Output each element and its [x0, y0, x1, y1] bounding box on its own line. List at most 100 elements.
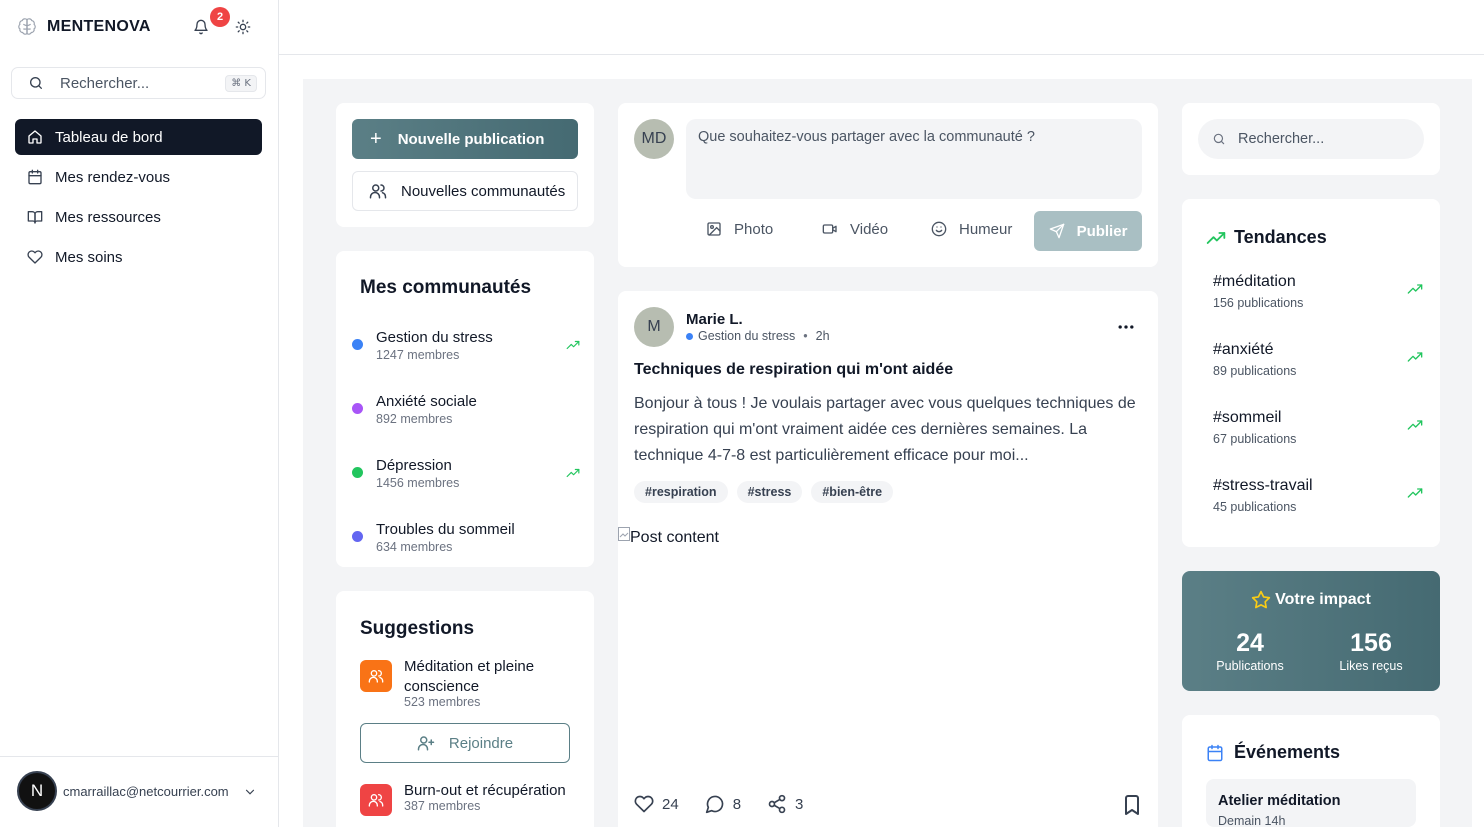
sidebar-item-care[interactable]: Mes soins	[15, 239, 262, 275]
community-color-dot	[352, 531, 363, 542]
trend-count: 156 publications	[1213, 296, 1304, 310]
list-item[interactable]: #sommeil 67 publications	[1213, 409, 1423, 459]
right-search[interactable]	[1198, 119, 1424, 159]
photo-button[interactable]: Photo	[706, 211, 773, 247]
trending-up-icon	[1407, 352, 1423, 362]
notification-badge: 2	[210, 7, 230, 27]
new-communities-button[interactable]: Nouvelles communautés	[352, 171, 578, 211]
sidebar-nav: Tableau de bord Mes rendez-vous Mes ress…	[15, 119, 262, 279]
brain-logo-icon	[18, 18, 36, 35]
trends-title: Tendances	[1234, 227, 1327, 247]
notifications-button[interactable]: 2	[190, 7, 230, 38]
comment-button[interactable]: 8	[705, 794, 741, 814]
community-color-dot	[352, 339, 363, 350]
chevron-down-icon[interactable]	[243, 785, 257, 799]
community-members: 634 membres	[376, 540, 453, 554]
bookmark-icon[interactable]	[1123, 795, 1141, 815]
photo-label: Photo	[734, 220, 774, 238]
list-item[interactable]: Troubles du sommeil 634 membres	[352, 519, 580, 583]
new-communities-label: Nouvelles communautés	[401, 182, 566, 200]
post-image: Post content	[618, 527, 1158, 777]
list-item[interactable]: #méditation 156 publications	[1213, 273, 1423, 323]
trending-up-icon	[1407, 284, 1423, 294]
more-options-icon[interactable]	[1116, 317, 1136, 337]
sidebar-search[interactable]: ⌘ K	[11, 67, 266, 99]
share-count: 3	[795, 795, 804, 813]
video-label: Vidéo	[850, 220, 889, 238]
sidebar-item-resources[interactable]: Mes ressources	[15, 199, 262, 235]
join-button[interactable]: Rejoindre	[360, 723, 570, 763]
list-item[interactable]: Gestion du stress 1247 membres	[352, 327, 580, 391]
group-icon	[360, 660, 392, 692]
publish-label: Publier	[1076, 222, 1128, 240]
community-name: Dépression	[376, 457, 452, 474]
image-icon	[707, 222, 721, 236]
impact-header: Votre impact	[1182, 590, 1440, 610]
group-icon	[360, 784, 392, 816]
likes-count: 156	[1350, 629, 1392, 657]
suggestion-name: Méditation et pleine conscience	[404, 658, 535, 695]
broken-image-icon	[618, 527, 630, 541]
trending-up-icon	[1206, 231, 1226, 244]
search-icon	[30, 77, 42, 89]
book-icon	[27, 211, 43, 224]
post-title: Techniques de respiration qui m'ont aidé…	[634, 361, 954, 378]
post-community[interactable]: Gestion du stress	[698, 329, 795, 343]
video-button[interactable]: Vidéo	[822, 211, 888, 247]
list-item[interactable]: #anxiété 89 publications	[1213, 341, 1423, 391]
community-name: Gestion du stress	[376, 329, 493, 346]
post-actions: 24 8 3	[634, 794, 829, 814]
tag[interactable]: #bien-être	[811, 481, 894, 503]
publications-label: Publications	[1216, 659, 1284, 673]
publish-button[interactable]: Publier	[1034, 211, 1142, 251]
sidebar-item-appointments[interactable]: Mes rendez-vous	[15, 159, 262, 195]
sidebar-item-label: Mes rendez-vous	[55, 168, 171, 186]
bell-icon	[194, 19, 208, 35]
right-search-input[interactable]	[1238, 131, 1418, 147]
like-button[interactable]: 24	[634, 794, 679, 814]
trend-tag: #anxiété	[1213, 341, 1274, 358]
plus-icon: +	[370, 128, 382, 150]
users-icon	[369, 184, 387, 199]
calendar-icon	[28, 169, 42, 185]
list-item[interactable]: Dépression 1456 membres	[352, 455, 580, 519]
right-search-card	[1182, 103, 1440, 175]
community-members: 1456 membres	[376, 476, 460, 490]
sidebar-item-label: Mes soins	[55, 248, 123, 266]
suggestions-card: Suggestions Méditation et pleine conscie…	[336, 591, 594, 827]
theme-toggle-button[interactable]	[232, 16, 254, 38]
sidebar-item-label: Tableau de bord	[55, 128, 163, 146]
sidebar-item-dashboard[interactable]: Tableau de bord	[15, 119, 262, 155]
suggestion-members: 523 membres	[404, 695, 481, 709]
trends-header: Tendances	[1206, 227, 1327, 248]
list-item[interactable]: Atelier méditation Demain 14h	[1206, 779, 1416, 827]
impact-title: Votre impact	[1275, 591, 1371, 608]
brand: MENTENOVA 2	[16, 7, 266, 40]
impact-publications: 24 Publications	[1195, 627, 1305, 673]
trend-count: 67 publications	[1213, 432, 1297, 446]
user-menu[interactable]: N cmarraillac@netcourrier.com	[0, 756, 278, 827]
search-shortcut: ⌘ K	[225, 74, 257, 92]
star-icon	[1251, 590, 1271, 609]
list-item[interactable]: #stress-travail 45 publications	[1213, 477, 1423, 527]
events-card: Événements Atelier méditation Demain 14h	[1182, 715, 1440, 827]
sidebar-search-input[interactable]	[60, 74, 226, 92]
post-author[interactable]: Marie L.	[686, 311, 743, 328]
sidebar-item-label: Mes ressources	[55, 208, 161, 226]
top-bar	[279, 0, 1484, 55]
list-item[interactable]: Anxiété sociale 892 membres	[352, 391, 580, 455]
share-button[interactable]: 3	[767, 794, 803, 814]
like-count: 24	[662, 795, 679, 813]
tag[interactable]: #stress	[736, 481, 803, 503]
send-icon	[1049, 223, 1064, 239]
my-communities-card: Mes communautés Gestion du stress 1247 m…	[336, 251, 594, 567]
tag[interactable]: #respiration	[634, 481, 728, 503]
composer-textarea[interactable]	[686, 119, 1142, 199]
new-post-button[interactable]: + Nouvelle publication	[352, 119, 578, 159]
mood-button[interactable]: Humeur	[931, 211, 1012, 247]
trending-up-icon	[566, 340, 580, 350]
sidebar: MENTENOVA 2 ⌘ K Tableau de bord Mes rend…	[0, 0, 279, 827]
community-list: Gestion du stress 1247 membres Anxiété s…	[352, 327, 580, 583]
search-icon	[1213, 133, 1225, 145]
community-color-dot	[686, 332, 693, 340]
